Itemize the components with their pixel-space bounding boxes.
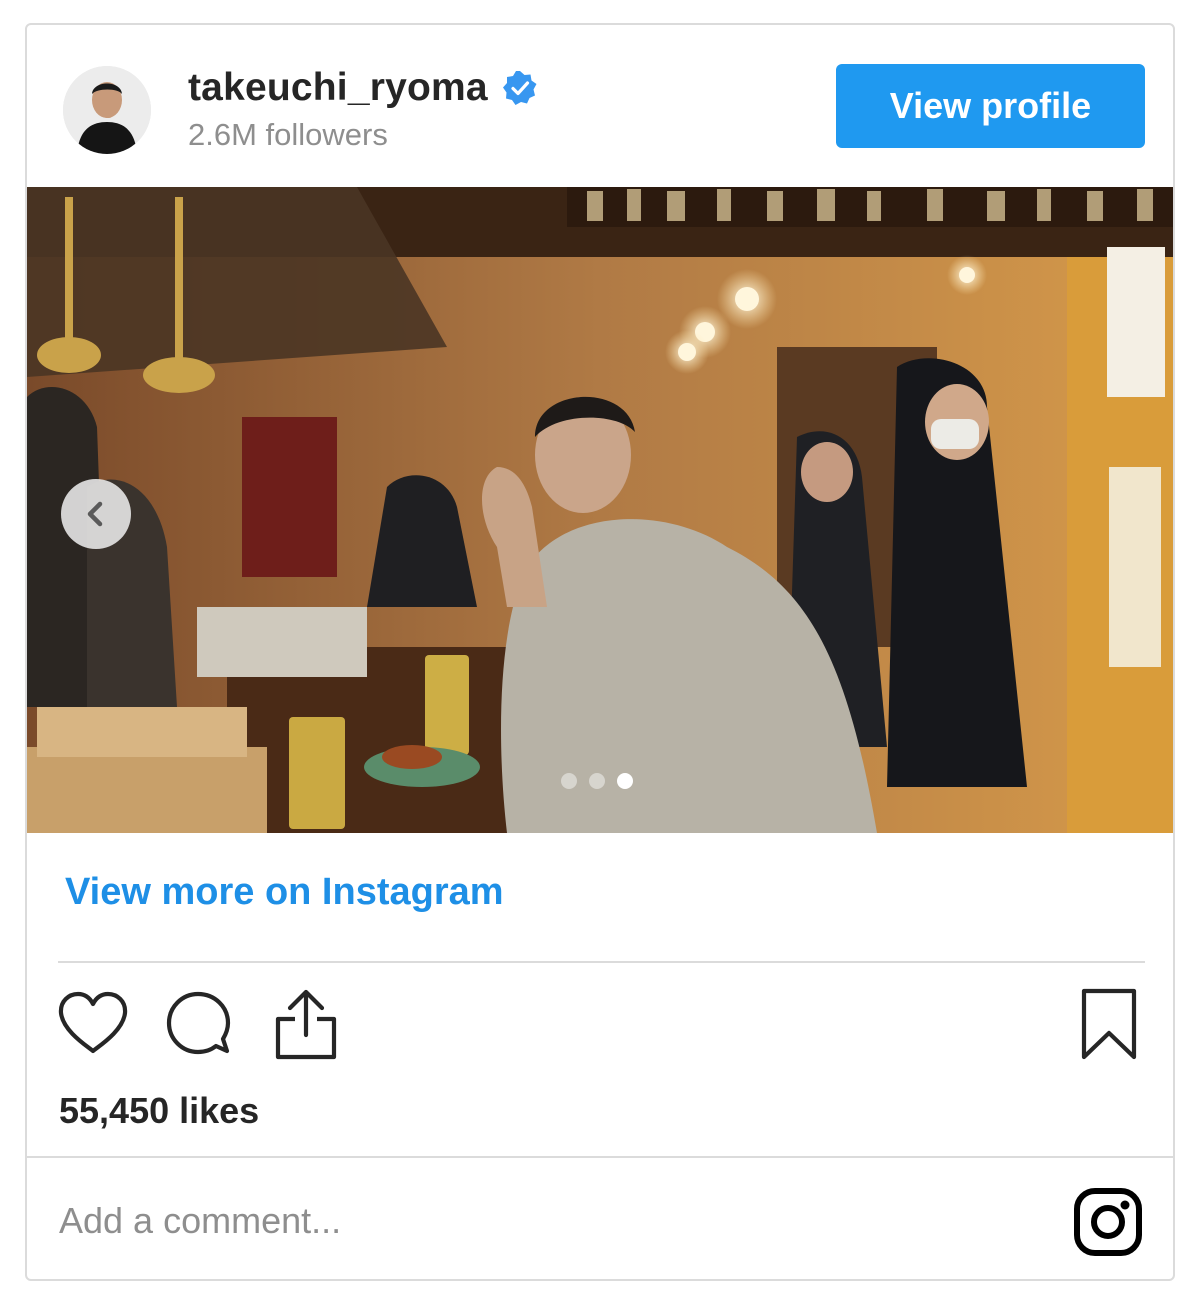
comment-bubble-icon[interactable] — [163, 989, 235, 1066]
heart-icon[interactable] — [57, 991, 129, 1062]
share-icon[interactable] — [273, 987, 339, 1066]
verified-badge-icon — [502, 70, 538, 106]
view-more-link[interactable]: View more on Instagram — [65, 871, 504, 914]
divider — [27, 1156, 1173, 1158]
divider — [58, 961, 1145, 963]
carousel-dot[interactable] — [561, 773, 577, 789]
instagram-logo-icon[interactable] — [1073, 1187, 1143, 1257]
instagram-embed-card: takeuchi_ryoma 2.6M followers View profi… — [25, 23, 1175, 1281]
post-header: takeuchi_ryoma 2.6M followers View profi… — [27, 25, 1173, 187]
add-comment-input[interactable]: Add a comment... — [59, 1200, 341, 1242]
action-bar — [57, 987, 1147, 1067]
chevron-left-icon — [81, 499, 111, 529]
view-profile-button[interactable]: View profile — [836, 64, 1145, 148]
post-photo[interactable] — [27, 187, 1173, 833]
carousel-dot[interactable] — [589, 773, 605, 789]
username[interactable]: takeuchi_ryoma — [188, 66, 488, 110]
followers-count: 2.6M followers — [188, 117, 388, 152]
carousel-dots — [561, 773, 633, 789]
carousel-dot-active[interactable] — [617, 773, 633, 789]
post-photo-illustration — [27, 187, 1173, 833]
carousel-prev-button[interactable] — [61, 479, 131, 549]
likes-count[interactable]: 55,450 likes — [59, 1090, 259, 1132]
username-row: takeuchi_ryoma — [188, 66, 538, 110]
avatar[interactable] — [63, 66, 151, 154]
bookmark-icon[interactable] — [1079, 987, 1139, 1066]
